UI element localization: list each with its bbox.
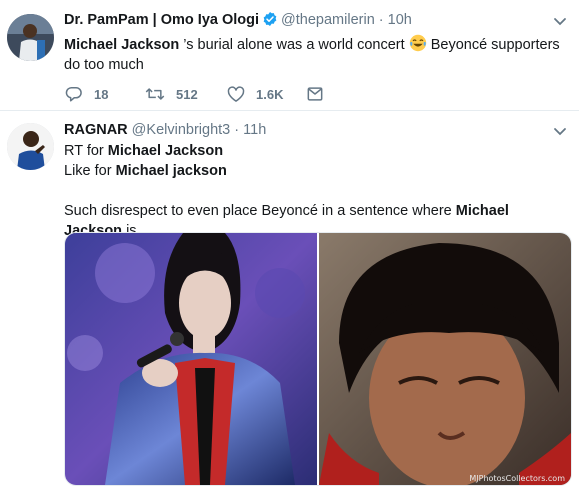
like-count: 1.6K — [256, 86, 284, 102]
tweet-header: Dr. PamPam | Omo Iya Ologi @thepamilerin … — [64, 10, 567, 33]
tweet-text-segment: ’s burial alone was a world concert — [179, 37, 409, 53]
media-watermark: MJPhotosCollectors.com — [469, 474, 565, 483]
retweet-button[interactable]: 512 — [144, 84, 198, 104]
like-icon — [227, 86, 245, 102]
avatar[interactable] — [7, 123, 54, 170]
direct-message-icon — [307, 87, 323, 101]
face-with-tears-of-joy-icon — [409, 34, 427, 52]
tweet-media[interactable]: MJPhotosCollectors.com — [64, 232, 572, 486]
reply-icon — [65, 87, 82, 102]
tweet[interactable]: RAGNAR @Kelvinbright3 · 11h RT for Micha… — [0, 111, 579, 486]
direct-message-button[interactable] — [305, 84, 325, 104]
tweet-header: RAGNAR @Kelvinbright3 · 11h — [64, 120, 567, 140]
separator-dot: · — [378, 12, 384, 28]
timestamp[interactable]: 10h — [388, 12, 412, 28]
tweet-line: RT for Michael Jackson — [64, 141, 567, 161]
tweet-line: Like for Michael jackson — [64, 161, 567, 181]
display-name[interactable]: Dr. PamPam | Omo Iya Ologi — [64, 12, 259, 28]
bold-name: Michael Jackson — [107, 143, 224, 159]
tweet-text: RT for Michael Jackson Like for Michael … — [64, 141, 567, 241]
tweet-photo[interactable]: MJPhotosCollectors.com — [319, 233, 571, 485]
avatar[interactable] — [7, 14, 54, 61]
reply-count: 18 — [94, 86, 109, 102]
bold-name: Michael jackson — [115, 163, 227, 179]
display-name[interactable]: RAGNAR — [64, 122, 128, 138]
tweet[interactable]: Dr. PamPam | Omo Iya Ologi @thepamilerin … — [0, 0, 579, 111]
tweet-text-segment: Like for — [64, 163, 116, 179]
timestamp[interactable]: 11h — [243, 122, 266, 138]
tweet-text-segment: RT for — [64, 143, 108, 159]
chevron-down-icon[interactable] — [553, 14, 567, 26]
chevron-down-icon[interactable] — [553, 124, 567, 136]
retweet-icon — [145, 88, 165, 100]
tweet-text: Michael Jackson ’s burial alone was a wo… — [64, 34, 567, 75]
hashtag-mention[interactable]: Michael Jackson — [64, 37, 179, 53]
tweet-content: Dr. PamPam | Omo Iya Ologi @thepamilerin … — [64, 10, 567, 75]
reply-button[interactable]: 18 — [64, 84, 108, 104]
user-handle[interactable]: @Kelvinbright3 — [132, 122, 231, 138]
separator-dot: · — [234, 122, 240, 138]
tweet-photo[interactable] — [65, 233, 317, 485]
tweet-content: RAGNAR @Kelvinbright3 · 11h RT for Micha… — [64, 120, 567, 241]
tweet-text-segment: Such disrespect to even place Beyoncé in… — [64, 203, 456, 219]
verified-badge-icon — [262, 11, 278, 33]
retweet-count: 512 — [176, 86, 198, 102]
like-button[interactable]: 1.6K — [226, 84, 283, 104]
user-handle[interactable]: @thepamilerin — [281, 12, 375, 28]
